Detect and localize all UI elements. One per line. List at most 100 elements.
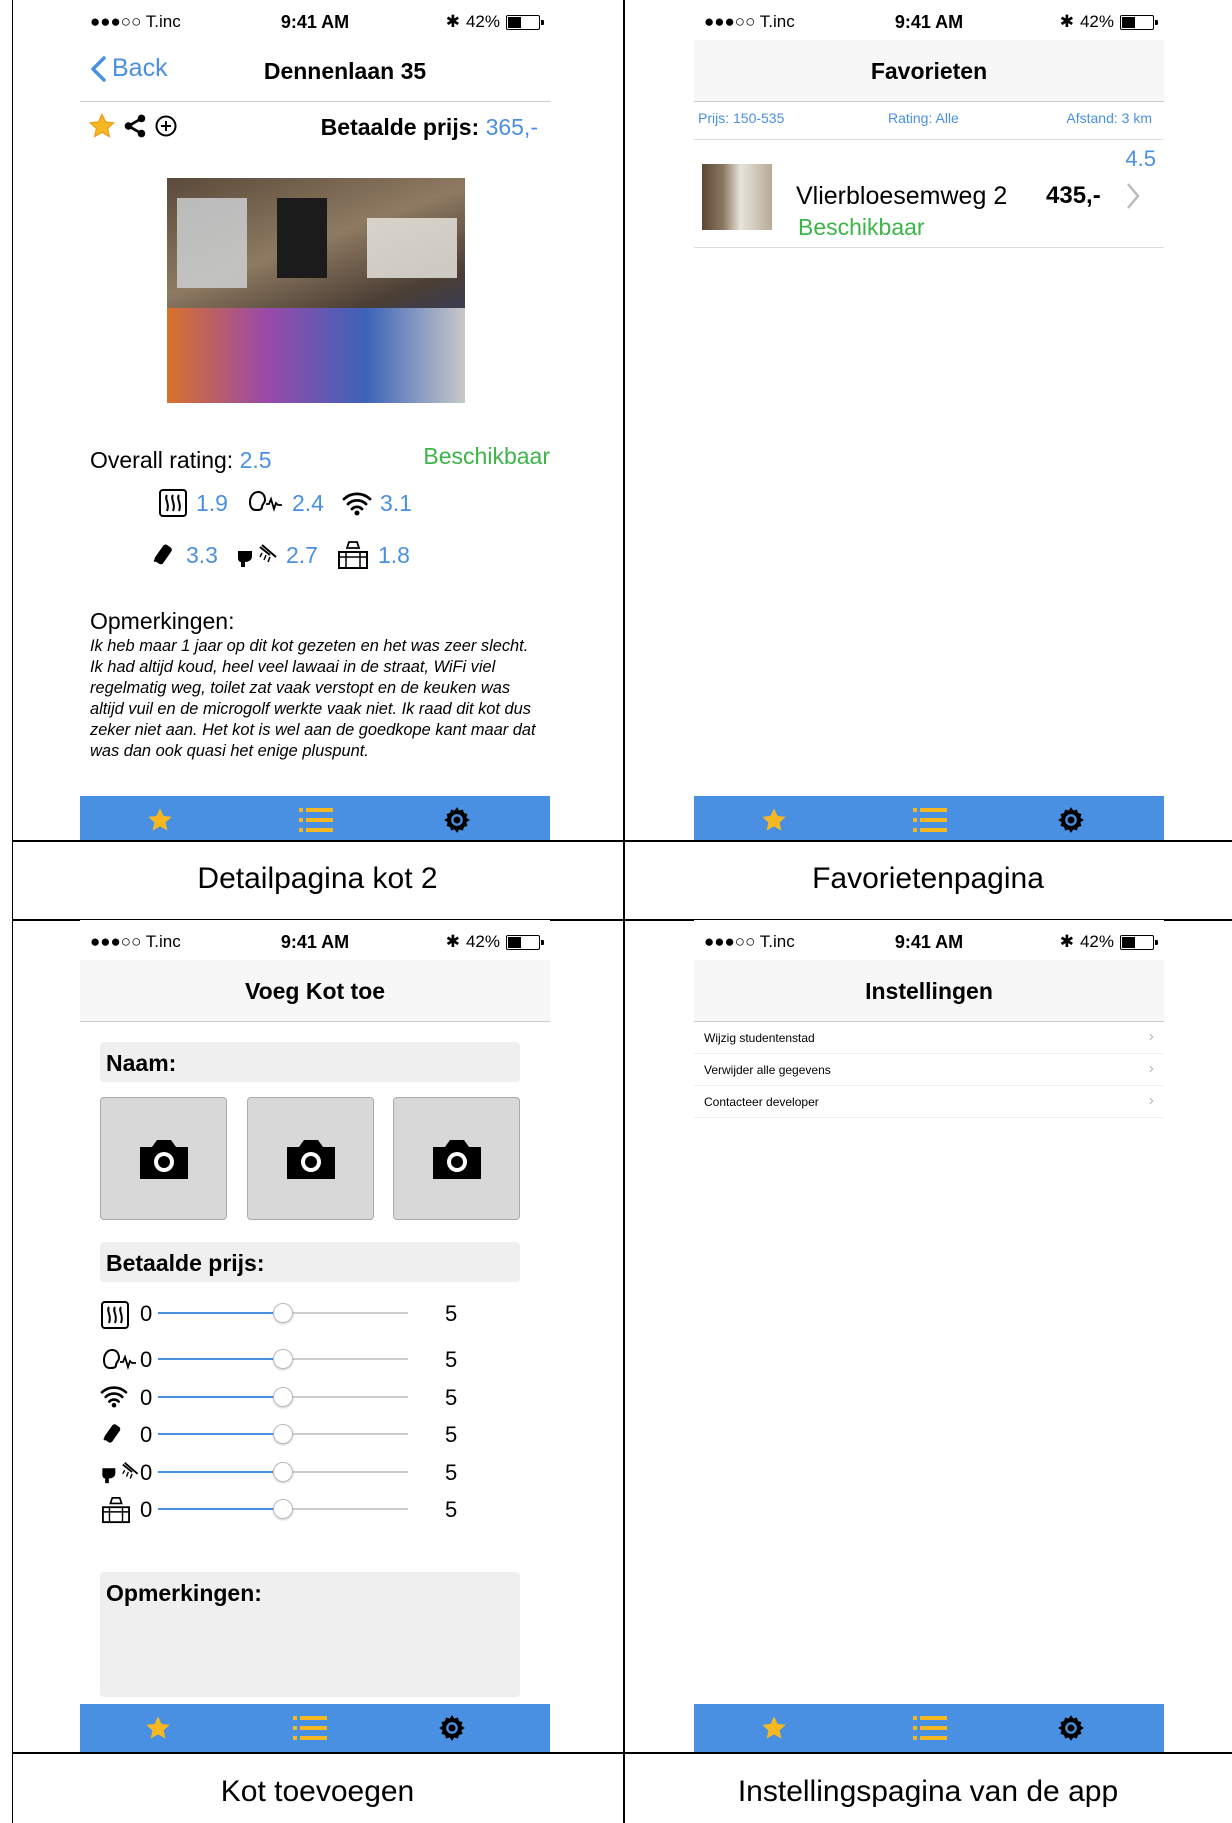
room-photo[interactable] bbox=[167, 178, 465, 403]
photo-slot-3[interactable] bbox=[393, 1097, 520, 1220]
star-icon bbox=[146, 1716, 170, 1739]
price-label: Betaalde prijs: bbox=[320, 114, 480, 140]
ratings-row-1: 1.9 2.4 3.1 bbox=[158, 488, 412, 518]
price-label: Betaalde prijs: bbox=[106, 1250, 265, 1276]
status-bar: ●●●○○ T.inc 9:41 AM ✱ 42% bbox=[694, 920, 1164, 960]
settings-screen: ●●●○○ T.inc 9:41 AM ✱ 42% Instellingen W… bbox=[694, 920, 1164, 1752]
slider-min-label: 0 bbox=[140, 1460, 153, 1485]
slider-track[interactable] bbox=[158, 1499, 408, 1519]
slider-thumb[interactable] bbox=[273, 1462, 293, 1482]
kitchen-icon bbox=[100, 1496, 132, 1530]
photo-slot-2[interactable] bbox=[247, 1097, 374, 1220]
tab-list[interactable] bbox=[286, 796, 346, 840]
tab-settings[interactable] bbox=[1041, 1704, 1101, 1752]
tab-settings[interactable] bbox=[427, 796, 487, 840]
rating-slider[interactable]: 05 bbox=[100, 1457, 457, 1487]
slider-track[interactable] bbox=[158, 1387, 408, 1407]
slider-thumb[interactable] bbox=[273, 1499, 293, 1519]
slider-fill bbox=[158, 1471, 283, 1473]
photo-slot-1[interactable] bbox=[100, 1097, 227, 1220]
slider-max-label: 5 bbox=[445, 1460, 458, 1485]
rating-slider[interactable]: 05 bbox=[100, 1344, 457, 1374]
star-icon bbox=[148, 808, 172, 831]
caption-detail: Detailpagina kot 2 bbox=[197, 862, 438, 895]
rating-slider[interactable]: 05 bbox=[100, 1494, 457, 1524]
tab-bar bbox=[80, 796, 550, 840]
grid-vertical-divider bbox=[623, 0, 625, 1823]
slider-max-label: 5 bbox=[445, 1301, 458, 1326]
list-icon bbox=[913, 1716, 947, 1740]
share-icon[interactable] bbox=[122, 113, 148, 139]
name-field[interactable]: Naam: bbox=[100, 1042, 520, 1082]
photo-desk bbox=[367, 218, 457, 278]
tab-list[interactable] bbox=[900, 796, 960, 840]
pest-control-icon bbox=[153, 544, 172, 565]
price-field[interactable]: Betaalde prijs: bbox=[100, 1242, 520, 1282]
battery-indicator: ✱ 42% bbox=[1059, 932, 1158, 952]
tab-list[interactable] bbox=[900, 1704, 960, 1752]
gear-icon bbox=[444, 807, 470, 833]
listing-rating: 4.5 bbox=[1125, 146, 1156, 171]
add-circle-icon[interactable] bbox=[154, 114, 178, 138]
settings-item-label: Contacteer developer bbox=[704, 1095, 819, 1109]
tab-favorites[interactable] bbox=[744, 1704, 804, 1752]
slider-thumb[interactable] bbox=[273, 1387, 293, 1407]
tab-settings[interactable] bbox=[1041, 796, 1101, 840]
rating-value: 1.9 bbox=[196, 489, 228, 516]
list-item[interactable]: 4.5 Vlierbloesemweg 2 435,- Beschikbaar bbox=[694, 140, 1164, 248]
list-icon bbox=[299, 808, 333, 832]
rating-sanitary: 2.7 bbox=[236, 541, 318, 569]
filter-price[interactable]: Prijs: 150-535 bbox=[698, 110, 784, 126]
name-label: Naam: bbox=[106, 1050, 177, 1076]
wifi-icon bbox=[342, 492, 372, 516]
tab-bar bbox=[694, 796, 1164, 840]
settings-item-contact[interactable]: Contacteer developer › bbox=[694, 1086, 1164, 1118]
remarks-field[interactable]: Opmerkingen: bbox=[100, 1572, 520, 1697]
slider-thumb[interactable] bbox=[273, 1303, 293, 1323]
camera-icon bbox=[432, 1139, 481, 1179]
slider-min-label: 0 bbox=[140, 1301, 153, 1326]
bluetooth-icon: ✱ bbox=[1059, 932, 1074, 951]
grid-divider-3 bbox=[12, 1752, 1232, 1754]
slider-max-label: 5 bbox=[445, 1497, 458, 1522]
detail-screen: ●●●○○ T.inc 9:41 AM ✱ 42% Back Dennenlaa… bbox=[80, 0, 550, 840]
bluetooth-icon: ✱ bbox=[445, 932, 460, 951]
slider-thumb[interactable] bbox=[273, 1424, 293, 1444]
chevron-left-icon bbox=[91, 55, 106, 82]
star-icon bbox=[762, 808, 786, 831]
slider-track[interactable] bbox=[158, 1424, 408, 1444]
settings-item-label: Verwijder alle gegevens bbox=[704, 1063, 831, 1077]
slider-track[interactable] bbox=[158, 1462, 408, 1482]
settings-item-change-city[interactable]: Wijzig studentenstad › bbox=[694, 1022, 1164, 1054]
slider-track[interactable] bbox=[158, 1349, 408, 1369]
slider-fill bbox=[158, 1433, 283, 1435]
filter-rating[interactable]: Rating: Alle bbox=[888, 110, 959, 126]
availability-status: Beschikbaar bbox=[423, 443, 550, 469]
slider-track[interactable] bbox=[158, 1303, 408, 1323]
rating-slider[interactable]: 05 bbox=[100, 1419, 457, 1449]
tab-favorites[interactable] bbox=[744, 796, 804, 840]
filter-distance[interactable]: Afstand: 3 km bbox=[1066, 110, 1152, 126]
chevron-right-icon bbox=[1127, 183, 1140, 209]
tab-list[interactable] bbox=[280, 1704, 340, 1752]
rating-pest: 3.3 bbox=[150, 541, 218, 569]
list-icon bbox=[293, 1716, 327, 1740]
ratings-row-2: 3.3 2.7 1.8 bbox=[150, 540, 410, 570]
tab-bar bbox=[80, 1704, 550, 1752]
settings-item-delete-data[interactable]: Verwijder alle gegevens › bbox=[694, 1054, 1164, 1086]
battery-icon bbox=[506, 14, 544, 30]
slider-fill bbox=[158, 1508, 283, 1510]
remarks-text: Ik heb maar 1 jaar op dit kot gezeten en… bbox=[90, 637, 536, 760]
listing-thumbnail bbox=[702, 164, 772, 230]
tab-settings[interactable] bbox=[422, 1704, 482, 1752]
tab-favorites[interactable] bbox=[128, 1704, 188, 1752]
price-row: Betaalde prijs: 365,- bbox=[321, 114, 538, 141]
battery-indicator: ✱ 42% bbox=[1060, 12, 1158, 32]
overall-rating: Overall rating: 2.5 bbox=[90, 447, 272, 474]
rating-slider[interactable]: 05 bbox=[100, 1298, 457, 1329]
tab-favorites[interactable] bbox=[130, 796, 190, 840]
slider-thumb[interactable] bbox=[273, 1349, 293, 1369]
filter-bar: Prijs: 150-535 Rating: Alle Afstand: 3 k… bbox=[694, 102, 1164, 140]
favorite-star-icon[interactable] bbox=[88, 112, 116, 140]
rating-slider[interactable]: 05 bbox=[100, 1382, 457, 1412]
